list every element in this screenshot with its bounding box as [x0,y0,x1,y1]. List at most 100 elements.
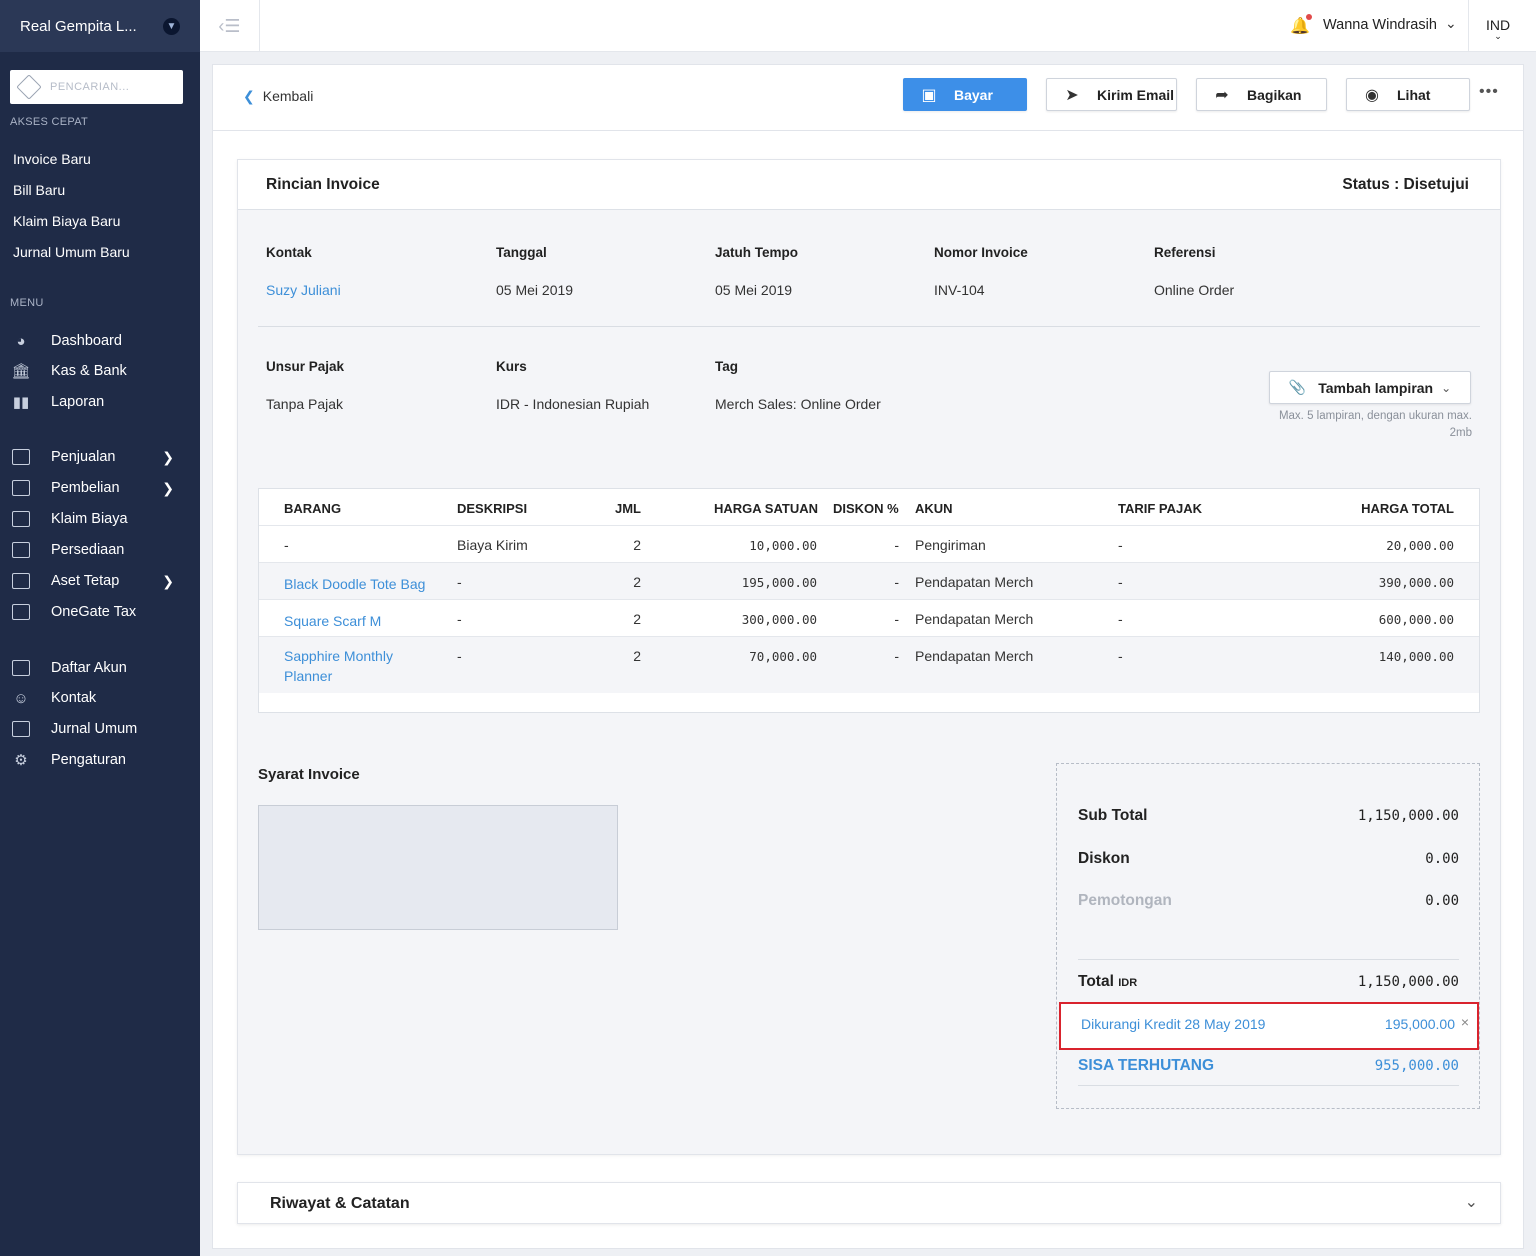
cell-item[interactable]: Square Scarf M [284,611,381,631]
withholding-value: 0.00 [1425,893,1459,909]
quick-new-expense-claim[interactable]: Klaim Biaya Baru [13,213,120,229]
chevron-down-icon: ⌄ [1441,380,1452,395]
sidebar-item-cash-bank[interactable]: 🏛 Kas & Bank [10,359,190,383]
sidebar-item-purchases[interactable]: Pembelian ❯ [10,476,190,500]
cell-item[interactable]: Black Doodle Tote Bag [284,574,425,594]
chevron-right-icon: ❯ [162,572,174,589]
back-link[interactable]: ❮ Kembali [243,88,313,105]
sidebar-item-label: Jurnal Umum [51,721,138,737]
back-label: Kembali [262,88,314,104]
search-icon [16,74,42,100]
sidebar-item-label: Penjualan [51,449,116,465]
history-notes-section[interactable]: Riwayat & Catatan ⌄ [237,1182,1501,1224]
cell-description: - [457,611,462,627]
line-items-table: BARANG DESKRIPSI JML HARGA SATUAN DISKON… [258,488,1480,713]
cell-item[interactable]: Sapphire Monthly Planner [284,646,434,686]
chevron-down-icon[interactable]: ⌄ [1445,15,1457,32]
cell-qty: 2 [633,648,641,664]
sidebar-item-fixed-assets[interactable]: Aset Tetap ❯ [10,569,190,593]
pay-button[interactable]: ▣ Bayar [903,78,1027,111]
table-row: Sapphire Monthly Planner - 2 70,000.00 -… [259,636,1479,693]
credit-applied-link[interactable]: Dikurangi Kredit 28 May 2019 [1081,1016,1265,1032]
sidebar-item-label: Aset Tetap [51,573,120,589]
sidebar-item-label: Dashboard [51,333,122,349]
sidebar-item-reports[interactable]: ▮▮ Laporan [10,390,190,414]
add-attachment-button[interactable]: 📎 Tambah lampiran ⌄ [1269,371,1471,404]
column-header: AKUN [915,501,953,516]
column-header: DISKON % [833,501,899,516]
contact-icon: ☺ [13,689,29,707]
currency-value: IDR - Indonesian Rupiah [496,396,650,412]
invoice-header: Rincian Invoice Status : Disetujui [238,160,1500,210]
report-icon: ▮▮ [12,394,30,411]
chevron-down-icon[interactable]: ▼ [163,17,180,35]
contact-value[interactable]: Suzy Juliani [266,282,341,298]
total-currency: IDR [1118,977,1138,989]
sidebar-item-settings[interactable]: ⚙ Pengaturan [10,748,190,772]
sidebar-item-label: OneGate Tax [51,604,137,620]
share-button[interactable]: ➦ Bagikan [1196,78,1327,111]
cell-unit-price: 10,000.00 [749,538,817,553]
purchase-icon [10,478,32,498]
search-input[interactable] [50,81,170,93]
view-label: Lihat [1397,86,1431,103]
sidebar-item-label: Persediaan [51,542,125,558]
sidebar-item-expense-claims[interactable]: Klaim Biaya [10,507,190,531]
column-header: JML [615,501,641,516]
totals-box: Sub Total 1,150,000.00 Diskon 0.00 Pemot… [1056,763,1480,1109]
company-switcher[interactable]: Real Gempita L... ▼ [0,0,200,52]
menu-toggle-icon[interactable]: ‹☰ [200,0,260,52]
sidebar: Real Gempita L... ▼ AKSES CEPAT Invoice … [0,0,200,1256]
sidebar-item-label: Pembelian [51,480,120,496]
tag-label: Tag [715,359,738,374]
sidebar-item-chart-of-accounts[interactable]: Daftar Akun [10,656,190,680]
sidebar-item-journal[interactable]: Jurnal Umum [10,717,190,741]
table-row: Square Scarf M - 2 300,000.00 - Pendapat… [259,599,1479,636]
cell-unit-price: 195,000.00 [741,575,817,590]
cell-unit-price: 70,000.00 [749,649,817,664]
terms-textbox[interactable] [258,805,618,930]
user-name[interactable]: Wanna Windrasih [1323,17,1437,33]
cell-description: - [457,574,462,590]
cell-discount: - [894,648,899,664]
terms-title: Syarat Invoice [258,766,360,783]
sidebar-item-label: Kontak [51,690,97,706]
close-icon[interactable]: × [1461,1014,1469,1030]
total-label-text: Total [1078,973,1114,990]
more-options-icon[interactable]: ••• [1479,83,1499,101]
accounts-icon [10,658,32,678]
divider [1468,0,1469,52]
attachment-note: Max. 5 lampiran, dengan ukuran max. 2mb [1278,410,1472,439]
bank-icon: 🏛 [11,363,31,380]
sidebar-item-dashboard[interactable]: ◕ Dashboard [10,329,190,353]
sidebar-item-label: Daftar Akun [51,660,127,676]
sidebar-item-inventory[interactable]: Persediaan [10,538,190,562]
language-switcher[interactable]: IND ⌄ [1486,17,1510,42]
cell-account: Pendapatan Merch [915,611,1034,627]
chevron-down-icon[interactable]: ⌄ [1465,1192,1478,1212]
quick-new-journal[interactable]: Jurnal Umum Baru [13,244,130,260]
cell-account: Pendapatan Merch [915,648,1034,664]
action-bar: ❮ Kembali ▣ Bayar ➤ Kirim Email ➦ Bagikan… [213,65,1523,131]
subtotal-label: Sub Total [1078,807,1148,824]
sidebar-item-contacts[interactable]: ☺ Kontak [10,686,190,710]
discount-value: 0.00 [1425,851,1459,867]
view-button[interactable]: ◉ Lihat [1346,78,1470,111]
divider [1078,1085,1459,1086]
search-box[interactable] [10,70,183,104]
cell-total: 20,000.00 [1386,538,1454,553]
bell-icon[interactable]: 🔔 [1290,14,1312,36]
sidebar-item-label: Laporan [51,394,105,410]
cell-tax: - [1118,611,1123,627]
subtotal-value: 1,150,000.00 [1357,808,1459,824]
folder-icon [10,571,32,591]
sidebar-item-onegate-tax[interactable]: OneGate Tax [10,600,190,624]
journal-icon [10,719,32,739]
currency-label: Kurs [496,359,527,374]
quick-new-bill[interactable]: Bill Baru [13,182,65,198]
send-icon: ➤ [1065,86,1079,104]
inventory-icon [10,540,32,560]
sidebar-item-sales[interactable]: Penjualan ❯ [10,445,190,469]
quick-new-invoice[interactable]: Invoice Baru [13,151,91,167]
send-email-button[interactable]: ➤ Kirim Email [1046,78,1177,111]
